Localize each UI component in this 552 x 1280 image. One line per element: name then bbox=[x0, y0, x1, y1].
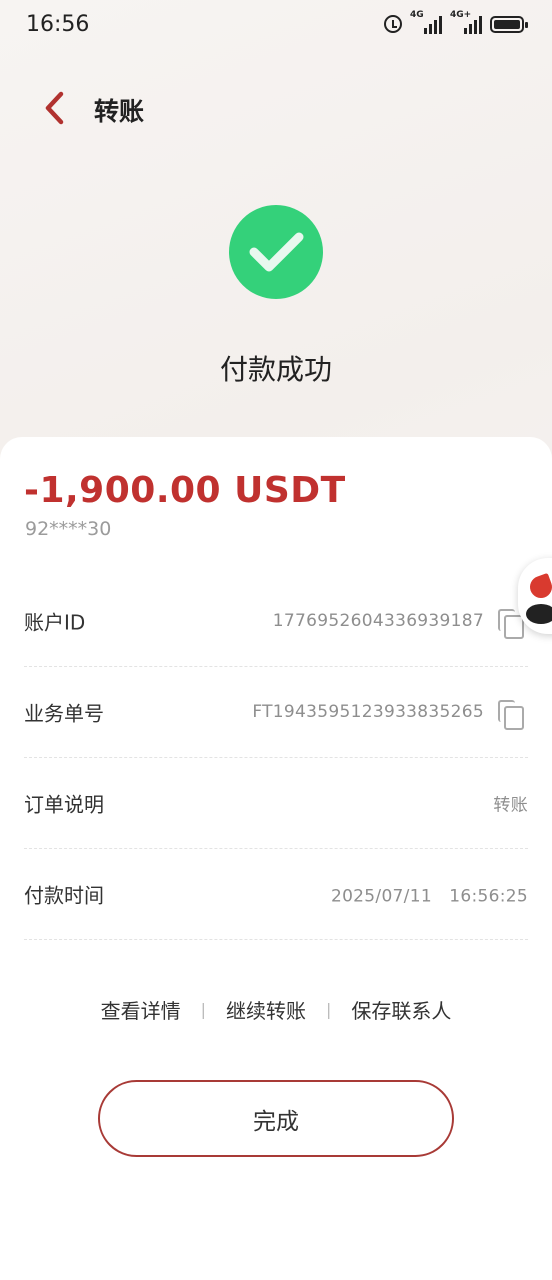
detail-label: 账户ID bbox=[24, 610, 86, 635]
detail-row-order-note: 订单说明 转账 bbox=[24, 758, 528, 849]
page-title: 转账 bbox=[94, 97, 145, 126]
chevron-left-icon bbox=[45, 91, 64, 125]
signal-icon: 4G bbox=[410, 10, 442, 34]
transaction-card: -1,900.00 USDT 92****30 账户ID 17769526043… bbox=[0, 437, 552, 1280]
detail-label: 订单说明 bbox=[24, 792, 104, 817]
status-bar: 16:56 4G 4G+ bbox=[0, 0, 552, 54]
signal-icon: 4G+ bbox=[450, 10, 482, 34]
success-check-icon bbox=[229, 205, 323, 299]
alarm-icon bbox=[384, 15, 402, 33]
recipient-account: 92****30 bbox=[25, 518, 112, 540]
detail-row-account-id: 账户ID 1776952604336939187 bbox=[24, 576, 528, 667]
back-button[interactable] bbox=[36, 88, 76, 128]
detail-label: 业务单号 bbox=[24, 701, 104, 726]
status-time: 16:56 bbox=[26, 12, 90, 37]
continue-transfer-link[interactable]: 继续转账 bbox=[226, 995, 306, 1024]
detail-value: 1776952604336939187 bbox=[272, 611, 484, 631]
status-icons: 4G 4G+ bbox=[384, 10, 528, 34]
link-separator: | bbox=[326, 1000, 332, 1019]
megaphone-icon bbox=[526, 572, 552, 602]
transfer-amount: -1,900.00 USDT bbox=[24, 470, 346, 511]
link-separator: | bbox=[200, 1000, 206, 1019]
detail-value: 2025/07/11 16:56:25 bbox=[330, 886, 528, 907]
success-message: 付款成功 bbox=[219, 353, 332, 386]
done-button[interactable]: 完成 bbox=[98, 1080, 454, 1157]
view-details-link[interactable]: 查看详情 bbox=[101, 995, 181, 1024]
detail-row-payment-time: 付款时间 2025/07/11 16:56:25 bbox=[24, 849, 528, 940]
action-links: 查看详情 | 继续转账 | 保存联系人 bbox=[0, 995, 552, 1024]
detail-label: 付款时间 bbox=[24, 883, 104, 908]
save-contact-link[interactable]: 保存联系人 bbox=[351, 995, 451, 1024]
copy-icon[interactable] bbox=[498, 700, 524, 730]
detail-value: 转账 bbox=[493, 795, 528, 816]
detail-row-order-number: 业务单号 FT1943595123933835265 bbox=[24, 667, 528, 758]
battery-icon bbox=[490, 15, 528, 33]
detail-value: FT1943595123933835265 bbox=[252, 702, 484, 722]
